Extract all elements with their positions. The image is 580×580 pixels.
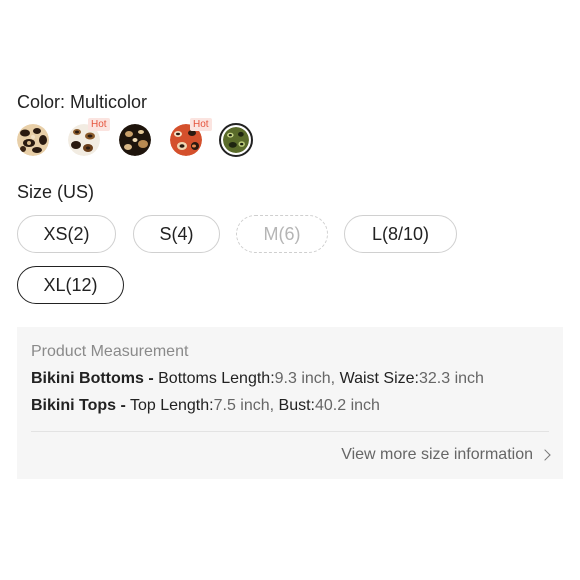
color-swatch-leopard-green[interactable] bbox=[219, 123, 253, 157]
color-label: Color: Multicolor bbox=[17, 92, 148, 112]
bust-value: 40.2 inch bbox=[315, 397, 380, 414]
size-label: Size (US) bbox=[17, 182, 95, 202]
top-length-value: 7.5 inch, bbox=[213, 397, 275, 414]
leopard-dark-pattern-icon bbox=[119, 124, 151, 156]
hot-badge: Hot bbox=[88, 118, 110, 131]
measurement-title: Product Measurement bbox=[31, 343, 189, 360]
tops-name: Bikini Tops - bbox=[31, 397, 126, 414]
bottoms-measurement-row: Bikini Bottoms - Bottoms Length:9.3 inch… bbox=[31, 370, 484, 388]
leopard-green-pattern-icon bbox=[223, 127, 249, 153]
bottoms-length-label: Bottoms Length: bbox=[158, 370, 275, 387]
waist-size-label: Waist Size: bbox=[339, 370, 419, 387]
hot-badge: Hot bbox=[190, 118, 212, 131]
color-swatch-leopard-dark[interactable] bbox=[119, 124, 151, 156]
size-option-xl[interactable]: XL(12) bbox=[17, 266, 124, 304]
measurement-divider bbox=[31, 431, 549, 432]
bottoms-name: Bikini Bottoms - bbox=[31, 370, 154, 387]
view-more-label: View more size information bbox=[341, 446, 533, 463]
size-option-xs[interactable]: XS(2) bbox=[17, 215, 116, 253]
size-option-l[interactable]: L(8/10) bbox=[344, 215, 457, 253]
size-option-m[interactable]: M(6) bbox=[236, 215, 328, 253]
leopard-light-pattern-icon bbox=[17, 124, 49, 156]
product-options-page: Color: Multicolor Hot Hot Size (US) XS(2… bbox=[0, 0, 580, 580]
product-measurement-panel: Product Measurement Bikini Bottoms - Bot… bbox=[17, 327, 563, 479]
bottoms-length-value: 9.3 inch, bbox=[274, 370, 336, 387]
tops-measurement-row: Bikini Tops - Top Length:7.5 inch, Bust:… bbox=[31, 397, 380, 415]
color-swatch-leopard-light[interactable] bbox=[17, 124, 49, 156]
bust-label: Bust: bbox=[278, 397, 315, 414]
top-length-label: Top Length: bbox=[129, 397, 214, 414]
view-more-size-info-link[interactable]: View more size information bbox=[341, 446, 551, 464]
waist-size-value: 32.3 inch bbox=[419, 370, 484, 387]
size-option-s[interactable]: S(4) bbox=[133, 215, 220, 253]
color-swatch-leopard-white[interactable]: Hot bbox=[68, 118, 110, 156]
color-swatch-leopard-red[interactable]: Hot bbox=[170, 118, 212, 156]
chevron-right-icon bbox=[539, 449, 551, 461]
